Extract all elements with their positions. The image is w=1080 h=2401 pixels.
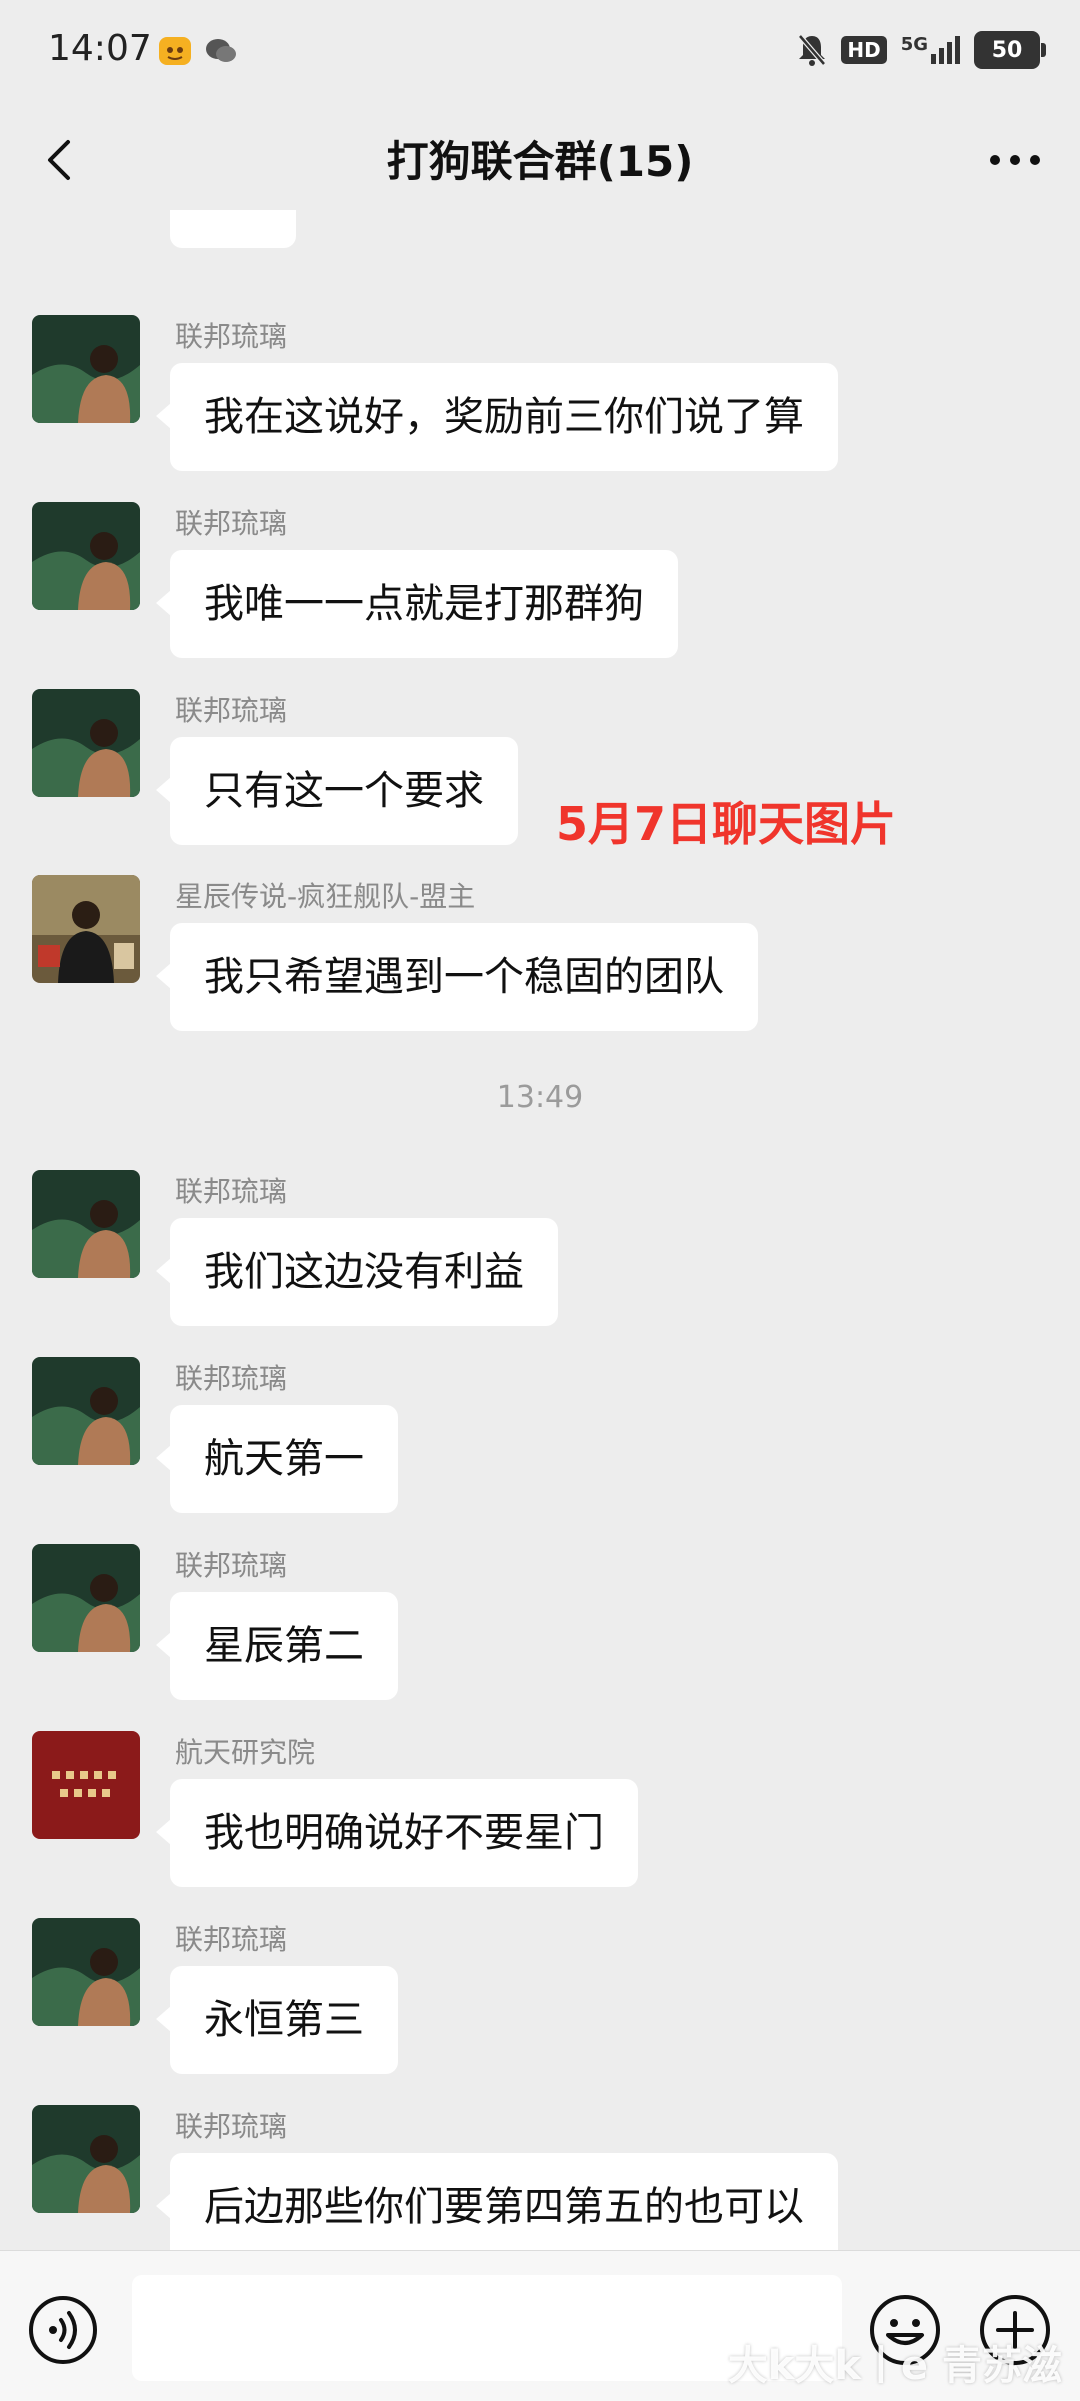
message-bubble[interactable]: 我也明确说好不要星门 (156, 1779, 638, 1887)
avatar[interactable] (32, 1731, 140, 1839)
sender-name: 联邦琉璃 (175, 507, 288, 540)
avatar[interactable] (32, 875, 140, 983)
corner-watermark: 大k大k丨e 青苏滋 (727, 2343, 1062, 2389)
avatar[interactable] (32, 502, 140, 610)
avatar[interactable] (32, 1357, 140, 1465)
message-bubble[interactable]: 只有这一个要求 (156, 737, 518, 845)
avatar[interactable] (32, 315, 140, 423)
avatar[interactable] (32, 1544, 140, 1652)
status-bar: 14:07 HD 5G 50 (0, 0, 1080, 110)
overlay-caption: 5月7日聊天图片 (556, 797, 897, 851)
sender-name: 联邦琉璃 (175, 1549, 288, 1582)
avatar[interactable] (32, 689, 140, 797)
chat-title: 打狗联合群(15) (386, 137, 694, 186)
message-bubble[interactable]: 我只希望遇到一个稳固的团队 (156, 923, 758, 1031)
more-dots-icon[interactable] (980, 132, 1050, 188)
avatar[interactable] (32, 1170, 140, 1278)
sender-name: 联邦琉璃 (175, 1923, 288, 1956)
message-bubble[interactable]: 我唯一一点就是打那群狗 (156, 550, 678, 658)
sender-name: 联邦琉璃 (175, 1362, 288, 1395)
sender-name: 联邦琉璃 (175, 1175, 288, 1208)
avatar[interactable] (32, 2105, 140, 2213)
sender-name: 联邦琉璃 (175, 320, 288, 353)
message-list[interactable]: OK 联邦琉璃 我在这说好，奖励前三你们说了算 联邦琉璃 我唯一一点就是打那群狗… (0, 210, 1080, 2250)
voice-icon[interactable] (28, 2295, 98, 2365)
hd-badge: HD (841, 36, 887, 64)
app-notification-icon (159, 37, 191, 65)
sender-name: 联邦琉璃 (175, 694, 288, 727)
message-bubble[interactable]: 永恒第三 (156, 1966, 398, 2074)
chat-header: 打狗联合群(15) (0, 110, 1080, 210)
message-bubble[interactable]: 我们这边没有利益 (156, 1218, 558, 1326)
signal-icon: 5G (901, 36, 960, 64)
battery-indicator: 50 (974, 31, 1046, 69)
sender-name: 航天研究院 (175, 1736, 316, 1769)
sender-name: 星辰传说-疯狂舰队-盟主 (175, 880, 476, 913)
message-timestamp: 13:49 (496, 1080, 584, 1115)
wechat-icon (206, 39, 236, 62)
status-icons: HD 5G 50 (797, 28, 1046, 72)
message-bubble[interactable]: 航天第一 (156, 1405, 398, 1513)
message-bubble[interactable]: OK (170, 210, 296, 248)
message-bubble[interactable]: 后边那些你们要第四第五的也可以 (156, 2153, 838, 2250)
avatar[interactable] (32, 1918, 140, 2026)
message-bubble[interactable]: 我在这说好，奖励前三你们说了算 (156, 363, 838, 471)
status-time: 14:07 (48, 28, 152, 69)
sender-name: 联邦琉璃 (175, 2110, 288, 2143)
input-bar: 大k大k丨e 青苏滋 (0, 2250, 1080, 2401)
mute-bell-icon (798, 34, 827, 66)
message-bubble[interactable]: 星辰第二 (156, 1592, 398, 1700)
network-label: 5G (900, 34, 928, 55)
